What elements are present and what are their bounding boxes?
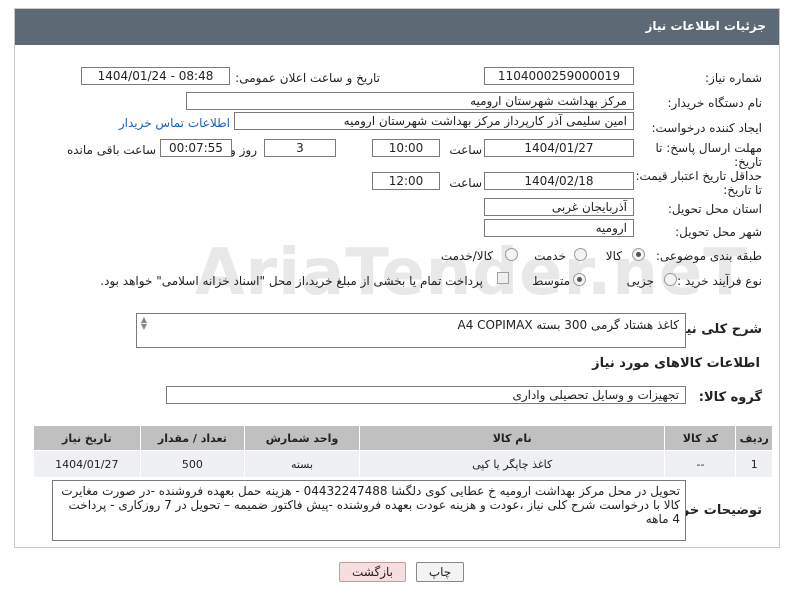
buyer-contact-link[interactable]: اطلاعات تماس خریدار [119, 116, 230, 130]
delivery-province-field: آذربایجان غربی [484, 198, 634, 216]
general-description-text: کاغذ هشتاد گرمی 300 بسته A4 COPIMAX [457, 318, 680, 332]
remaining-days-field: 3 [264, 139, 336, 157]
delivery-city-field: ارومیه [484, 219, 634, 237]
need-number-field: 1104000259000019 [484, 67, 634, 85]
purchase-radio-minor[interactable] [664, 273, 677, 286]
price-validity-time-label: ساعت [449, 176, 482, 190]
category-option-service: خدمت [534, 249, 566, 263]
col-unit: واحد شمارش [244, 425, 360, 451]
buyer-org-field: مرکز بهداشت شهرستان ارومیه [186, 92, 634, 110]
cell-code: -- [664, 450, 737, 478]
treasury-note: پرداخت تمام یا بخشی از مبلغ خرید،از محل … [100, 274, 483, 288]
price-validity-date-field: 1404/02/18 [484, 172, 634, 190]
treasury-checkbox[interactable] [497, 272, 509, 284]
days-label: روز و [230, 143, 257, 157]
price-validity-label: حداقل تاریخ اعتبار قیمت: [635, 169, 762, 183]
reply-time-field: 10:00 [372, 139, 440, 157]
delivery-province-label: استان محل تحویل: [667, 202, 762, 216]
remaining-time-field: 00:07:55 [160, 139, 232, 157]
category-label: طبقه بندی موضوعی: [655, 249, 762, 263]
page-title: جزئیات اطلاعات نیاز [645, 19, 766, 33]
goods-group-label: گروه کالا: [698, 390, 762, 405]
col-row: ردیف [735, 425, 773, 451]
purchase-option-medium: متوسط [532, 274, 570, 288]
buyer-notes-text: تحویل در محل مرکز بهداشت ارومیه خ عطایی … [61, 484, 680, 526]
print-button[interactable]: چاپ [416, 562, 464, 582]
purchase-option-minor: جزیی [626, 274, 654, 288]
announce-datetime-label: تاریخ و ساعت اعلان عمومی: [235, 71, 380, 85]
cell-row: 1 [735, 450, 773, 478]
reply-deadline-label: مهلت ارسال پاسخ: تا [655, 141, 762, 155]
requester-label: ایجاد کننده درخواست: [651, 121, 762, 135]
back-button[interactable]: بازگشت [339, 562, 406, 582]
col-quantity: تعداد / مقدار [139, 425, 246, 451]
price-validity-time-field: 12:00 [372, 172, 440, 190]
reply-time-label: ساعت [449, 143, 482, 157]
cell-quantity: 500 [139, 450, 246, 478]
delivery-city-label: شهر محل تحویل: [675, 225, 762, 239]
cell-need-date: 1404/01/27 [33, 450, 141, 478]
remaining-time-label: ساعت باقی مانده [66, 143, 156, 157]
reply-deadline-label-2: تاریخ: [734, 155, 762, 169]
purchase-radio-medium[interactable] [573, 273, 586, 286]
announce-datetime-field: 1404/01/24 - 08:48 [81, 67, 230, 85]
need-number-label: شماره نیاز: [705, 71, 762, 85]
purchase-type-label: نوع فرآیند خرید : [677, 274, 762, 288]
scroll-arrows-icon[interactable]: ▲ ▼ [139, 316, 149, 331]
cell-name: کاغذ چاپگر یا کپی [358, 450, 666, 478]
general-description-field: کاغذ هشتاد گرمی 300 بسته A4 COPIMAX [136, 313, 686, 348]
col-need-date: تاریخ نیاز [33, 425, 141, 451]
price-validity-label-2: تا تاریخ: [723, 183, 762, 197]
goods-group-field: تجهیزات و وسایل تحصیلی واداری [166, 386, 686, 404]
category-radio-goods-service[interactable] [505, 248, 518, 261]
cell-unit: بسته [244, 450, 360, 478]
category-option-goods-service: کالا/خدمت [440, 249, 493, 263]
category-option-goods: کالا [605, 249, 622, 263]
category-radio-goods[interactable] [632, 248, 645, 261]
buyer-notes-field: تحویل در محل مرکز بهداشت ارومیه خ عطایی … [52, 480, 686, 541]
table-row: 1 -- کاغذ چاپگر یا کپی بسته 500 1404/01/… [33, 450, 773, 478]
col-code: کد کالا [664, 425, 737, 451]
items-section-title: اطلاعات کالاهای مورد نیاز [592, 356, 760, 371]
items-table-header: ردیف کد کالا نام کالا واحد شمارش تعداد /… [33, 425, 773, 451]
category-radio-service[interactable] [574, 248, 587, 261]
items-table: ردیف کد کالا نام کالا واحد شمارش تعداد /… [33, 425, 773, 478]
requester-field: امین سلیمی آذر کارپرداز مرکز بهداشت شهرس… [234, 112, 634, 130]
col-name: نام کالا [358, 425, 666, 451]
buyer-org-label: نام دستگاه خریدار: [667, 96, 763, 110]
reply-deadline-date-field: 1404/01/27 [484, 139, 634, 157]
